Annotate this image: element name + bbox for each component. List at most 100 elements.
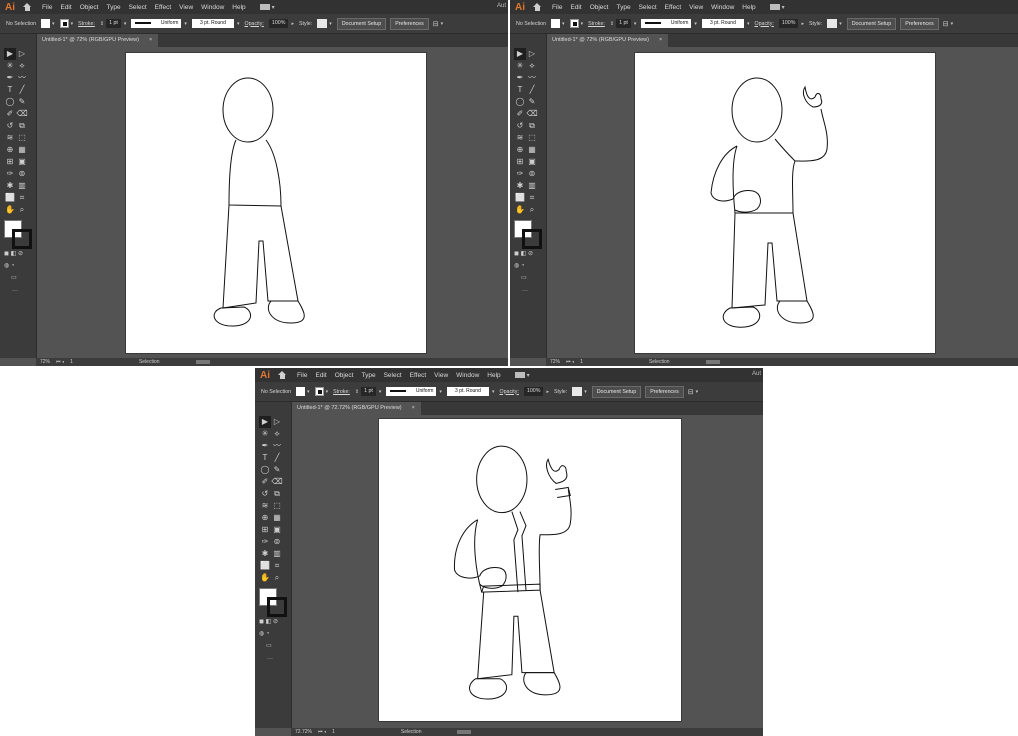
gradient-tool-icon[interactable]: ▣ bbox=[271, 524, 283, 536]
stroke-weight-field[interactable]: 1 pt bbox=[106, 19, 121, 28]
artboard-tool-icon[interactable]: ⬜ bbox=[259, 560, 271, 572]
column-graph-icon[interactable]: ▥ bbox=[526, 180, 538, 192]
brush-definition[interactable]: 3 pt. Round bbox=[191, 19, 234, 28]
column-graph-icon[interactable]: ▥ bbox=[271, 548, 283, 560]
stroke-swatch[interactable] bbox=[569, 19, 579, 28]
graphic-style-swatch[interactable] bbox=[827, 19, 838, 28]
chevron-down-icon[interactable]: ▸ bbox=[801, 21, 804, 27]
menu-object[interactable]: Object bbox=[590, 4, 609, 11]
chevron-down-icon[interactable]: ▾ bbox=[326, 389, 329, 395]
artboard[interactable] bbox=[125, 52, 427, 354]
stroke-color-box[interactable] bbox=[522, 229, 542, 249]
shaper-tool-icon[interactable]: ✐ bbox=[259, 476, 271, 488]
brush-definition[interactable]: 3 pt. Round bbox=[701, 19, 744, 28]
rotate-tool-icon[interactable]: ↺ bbox=[514, 120, 526, 132]
chevron-down-icon[interactable]: ▾ bbox=[782, 4, 785, 11]
chevron-down-icon[interactable]: ▾ bbox=[441, 21, 444, 27]
free-transform-icon[interactable]: ⬚ bbox=[16, 132, 28, 144]
ellipse-tool-icon[interactable]: ◯ bbox=[4, 96, 16, 108]
screen-mode-icon[interactable]: ▭ bbox=[521, 274, 527, 281]
gradient-tool-icon[interactable]: ▣ bbox=[16, 156, 28, 168]
magic-wand-icon[interactable]: ✳ bbox=[514, 60, 526, 72]
line-segment-icon[interactable]: ╱ bbox=[16, 84, 28, 96]
symbol-sprayer-icon[interactable]: ✱ bbox=[514, 180, 526, 192]
stepper-icon[interactable]: ⇕ bbox=[610, 21, 614, 27]
more-tools-icon[interactable]: ··· bbox=[267, 656, 273, 662]
stroke-label[interactable]: Stroke: bbox=[78, 21, 95, 27]
blend-tool-icon[interactable]: ⊚ bbox=[526, 168, 538, 180]
free-transform-icon[interactable]: ⬚ bbox=[526, 132, 538, 144]
chevron-down-icon[interactable]: ▾ bbox=[52, 21, 55, 27]
type-tool-icon[interactable]: T bbox=[4, 84, 16, 96]
graphic-style-swatch[interactable] bbox=[317, 19, 328, 28]
menu-type[interactable]: Type bbox=[361, 372, 375, 379]
slice-tool-icon[interactable]: ⌗ bbox=[271, 560, 283, 572]
lasso-icon[interactable]: ⟡ bbox=[526, 60, 538, 72]
menu-select[interactable]: Select bbox=[639, 4, 657, 11]
opacity-field[interactable]: 100% bbox=[523, 387, 544, 396]
curvature-tool-icon[interactable]: 〰 bbox=[526, 72, 538, 84]
chevron-down-icon[interactable]: ▾ bbox=[694, 21, 697, 27]
scale-tool-icon[interactable]: ⧉ bbox=[16, 120, 28, 132]
direct-selection-tool-icon[interactable]: ▷ bbox=[16, 48, 28, 60]
eraser-icon[interactable]: ⌫ bbox=[271, 476, 283, 488]
paintbrush-icon[interactable]: ✎ bbox=[16, 96, 28, 108]
variable-width-profile[interactable]: Uniform bbox=[641, 19, 692, 28]
ellipse-tool-icon[interactable]: ◯ bbox=[514, 96, 526, 108]
chevron-down-icon[interactable]: ▾ bbox=[329, 21, 332, 27]
menu-help[interactable]: Help bbox=[232, 4, 245, 11]
home-icon[interactable] bbox=[23, 3, 32, 11]
scale-tool-icon[interactable]: ⧉ bbox=[271, 488, 283, 500]
shaper-tool-icon[interactable]: ✐ bbox=[4, 108, 16, 120]
chevron-down-icon[interactable]: ▾ bbox=[124, 21, 127, 27]
scrollbar-thumb[interactable] bbox=[457, 730, 472, 734]
color-mode-icons[interactable]: ◼ ◧ ⊘ bbox=[4, 250, 23, 257]
artboard-navigation[interactable]: ⏮ ◂ bbox=[566, 359, 574, 365]
menu-object[interactable]: Object bbox=[80, 4, 99, 11]
chevron-down-icon[interactable]: ▾ bbox=[307, 389, 310, 395]
menu-help[interactable]: Help bbox=[742, 4, 755, 11]
menu-file[interactable]: File bbox=[297, 372, 307, 379]
magic-wand-icon[interactable]: ✳ bbox=[259, 428, 271, 440]
hand-tool-icon[interactable]: ✋ bbox=[4, 204, 16, 216]
more-tools-icon[interactable]: ··· bbox=[522, 288, 528, 294]
menu-effect[interactable]: Effect bbox=[155, 4, 172, 11]
curvature-tool-icon[interactable]: 〰 bbox=[271, 440, 283, 452]
eraser-icon[interactable]: ⌫ bbox=[526, 108, 538, 120]
hand-tool-icon[interactable]: ✋ bbox=[514, 204, 526, 216]
shape-builder-icon[interactable]: ⊕ bbox=[4, 144, 16, 156]
opacity-field[interactable]: 100% bbox=[778, 19, 799, 28]
warp-tool-icon[interactable]: ≋ bbox=[514, 132, 526, 144]
zoom-tool-icon[interactable]: ⌕ bbox=[526, 204, 538, 216]
screen-mode-icon[interactable]: ▭ bbox=[11, 274, 17, 281]
graphic-style-swatch[interactable] bbox=[572, 387, 583, 396]
close-icon[interactable]: × bbox=[149, 37, 152, 43]
chevron-down-icon[interactable]: ▾ bbox=[272, 4, 275, 11]
zoom-level[interactable]: 72.72% bbox=[295, 729, 312, 735]
column-graph-icon[interactable]: ▥ bbox=[16, 180, 28, 192]
eraser-icon[interactable]: ⌫ bbox=[16, 108, 28, 120]
stroke-weight-field[interactable]: 1 pt bbox=[616, 19, 631, 28]
menu-object[interactable]: Object bbox=[335, 372, 354, 379]
artboard-navigation[interactable]: ⏮ ◂ bbox=[56, 359, 64, 365]
more-tools-icon[interactable]: ··· bbox=[12, 288, 18, 294]
lasso-icon[interactable]: ⟡ bbox=[271, 428, 283, 440]
opacity-label[interactable]: Opacity: bbox=[499, 389, 518, 395]
zoom-level[interactable]: 72% bbox=[40, 359, 50, 365]
menu-select[interactable]: Select bbox=[384, 372, 402, 379]
artboard[interactable] bbox=[378, 418, 682, 722]
menu-edit[interactable]: Edit bbox=[315, 372, 326, 379]
scrollbar-thumb[interactable] bbox=[195, 360, 210, 364]
ellipse-tool-icon[interactable]: ◯ bbox=[259, 464, 271, 476]
preferences-button[interactable]: Preferences bbox=[390, 17, 429, 30]
menu-file[interactable]: File bbox=[42, 4, 52, 11]
shape-builder-icon[interactable]: ⊕ bbox=[259, 512, 271, 524]
scrollbar-thumb[interactable] bbox=[705, 360, 720, 364]
menu-select[interactable]: Select bbox=[129, 4, 147, 11]
opacity-label[interactable]: Opacity: bbox=[244, 21, 263, 27]
chevron-down-icon[interactable]: ▾ bbox=[439, 389, 442, 395]
artboard-number[interactable]: 1 bbox=[332, 729, 335, 735]
selection-tool-icon[interactable]: ▶ bbox=[514, 48, 526, 60]
pen-tool-icon[interactable]: ✒ bbox=[514, 72, 526, 84]
document-tab[interactable]: Untitled-1* @ 72% (RGB/GPU Preview) × bbox=[546, 34, 669, 47]
